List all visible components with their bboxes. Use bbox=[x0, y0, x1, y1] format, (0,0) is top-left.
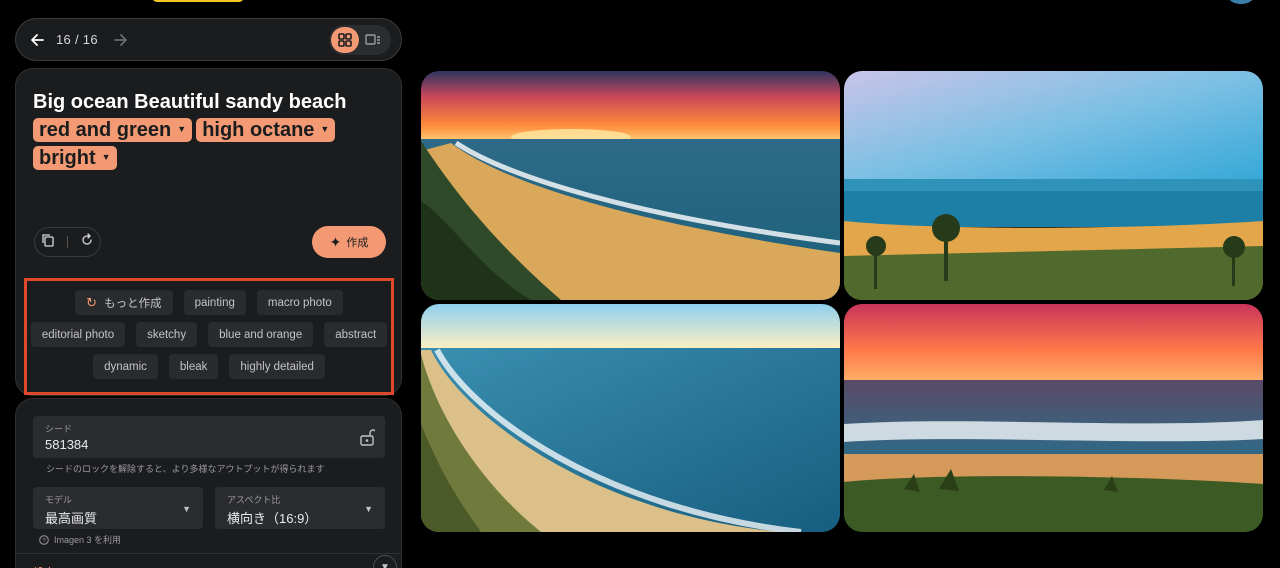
copy-icon[interactable] bbox=[41, 233, 55, 252]
seed-hint: シードのロックを解除すると、より多様なアウトプットが得られます bbox=[46, 464, 325, 474]
create-button-label: 作成 bbox=[346, 237, 369, 249]
prompt-text[interactable]: Big ocean Beautiful sandy beach red and … bbox=[33, 89, 383, 172]
chevron-down-icon: ▼ bbox=[182, 504, 191, 514]
help-icon: ? bbox=[39, 532, 49, 550]
chevron-down-icon: ▼ bbox=[177, 123, 187, 134]
suggestion-chip[interactable]: sketchy bbox=[136, 322, 198, 347]
aspect-ratio-label: アスペクト比 bbox=[227, 495, 281, 505]
tool-divider bbox=[67, 236, 68, 248]
settings-divider bbox=[16, 553, 401, 554]
suggestion-chip[interactable]: editorial photo bbox=[30, 322, 126, 347]
create-button[interactable]: ✦ 作成 bbox=[312, 226, 386, 258]
reset-icon[interactable] bbox=[80, 232, 94, 252]
top-yellow-button[interactable] bbox=[152, 0, 244, 2]
generated-image-3[interactable] bbox=[421, 304, 840, 532]
suggestion-row-3: dynamic bleak highly detailed bbox=[27, 354, 391, 379]
prompt-tools bbox=[34, 227, 101, 257]
suggestion-chip[interactable]: macro photo bbox=[256, 290, 343, 315]
suggestion-row-2: editorial photo sketchy blue and orange … bbox=[27, 322, 391, 347]
generated-image-4[interactable] bbox=[844, 304, 1263, 532]
sparkle-icon: ✦ bbox=[329, 233, 342, 250]
aspect-ratio-value: 横向き（16:9） bbox=[227, 511, 318, 526]
seed-field[interactable]: シード 581384 bbox=[33, 416, 385, 458]
seed-value: 581384 bbox=[45, 437, 89, 452]
arrow-right-icon[interactable] bbox=[110, 29, 132, 51]
prompt-chip-bright[interactable]: bright ▼ bbox=[33, 146, 117, 170]
navigation-bar: 16 / 16 bbox=[15, 18, 402, 61]
settings-card: シード 581384 シードのロックを解除すると、より多様なアウトプットが得られ… bbox=[15, 398, 402, 568]
arrow-left-icon[interactable] bbox=[26, 29, 48, 51]
prompt-chip-high-octane[interactable]: high octane ▼ bbox=[196, 118, 336, 142]
refresh-icon: ↻ bbox=[86, 294, 98, 310]
seed-label: シード bbox=[45, 424, 73, 434]
suggestion-chip[interactable]: painting bbox=[183, 290, 246, 315]
prompt-base-text: Big ocean Beautiful sandy beach bbox=[33, 91, 347, 113]
suggestion-chip[interactable]: bleak bbox=[168, 354, 219, 379]
suggestion-chips-area: ↻ もっと作成 painting macro photo editorial p… bbox=[24, 278, 394, 395]
settings-section-label: 設定 bbox=[33, 564, 55, 568]
model-select[interactable]: モデル 最高画質 ▼ bbox=[33, 487, 203, 529]
prompt-chip-red-and-green[interactable]: red and green ▼ bbox=[33, 118, 193, 142]
view-toggle bbox=[329, 24, 391, 55]
suggestion-chip[interactable]: blue and orange bbox=[208, 322, 314, 347]
chevron-down-icon: ▼ bbox=[320, 123, 330, 134]
model-label: モデル bbox=[45, 495, 73, 505]
model-hint: Imagen 3 を利用 bbox=[54, 535, 122, 545]
suggestion-chip[interactable]: highly detailed bbox=[229, 354, 325, 379]
single-view-icon[interactable] bbox=[359, 27, 387, 53]
chevron-down-icon: ▼ bbox=[364, 504, 373, 514]
generated-image-2[interactable] bbox=[844, 71, 1263, 300]
image-counter: 16 / 16 bbox=[56, 32, 98, 47]
more-create-chip[interactable]: ↻ もっと作成 bbox=[75, 290, 173, 315]
model-value: 最高画質 bbox=[45, 511, 98, 526]
chevron-down-icon[interactable]: ▼ bbox=[373, 555, 397, 568]
generated-image-1[interactable] bbox=[421, 71, 840, 300]
aspect-ratio-select[interactable]: アスペクト比 横向き（16:9） ▼ bbox=[215, 487, 385, 529]
svg-text:?: ? bbox=[42, 538, 46, 545]
suggestion-row-1: ↻ もっと作成 painting macro photo bbox=[27, 290, 391, 315]
prompt-card: Big ocean Beautiful sandy beach red and … bbox=[15, 68, 402, 396]
suggestion-chip[interactable]: dynamic bbox=[93, 354, 158, 379]
suggestion-chip[interactable]: abstract bbox=[324, 322, 388, 347]
chevron-down-icon: ▼ bbox=[101, 151, 111, 162]
avatar[interactable] bbox=[1228, 0, 1254, 4]
grid-view-icon[interactable] bbox=[331, 26, 359, 53]
lock-open-icon[interactable] bbox=[359, 428, 377, 451]
